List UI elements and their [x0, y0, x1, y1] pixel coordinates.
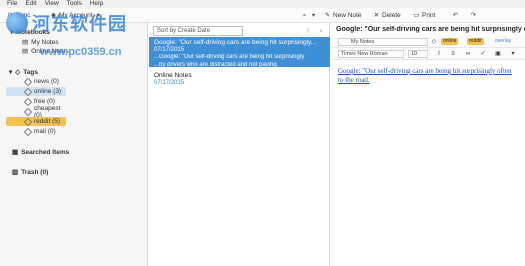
list-icon[interactable]: ≡: [449, 50, 457, 58]
chevron-down-icon: ▾: [9, 69, 13, 76]
note-title: Online Notes: [154, 72, 192, 79]
tag-label: online (3): [34, 88, 62, 95]
tag-icon: [23, 87, 33, 96]
sidebar-tag-mail[interactable]: mail (0): [6, 127, 66, 136]
delete-button[interactable]: ✕ Delete: [373, 10, 401, 21]
tag-icon: ◇: [15, 69, 21, 76]
tag-label: news (0): [34, 78, 59, 85]
tag-icon: [23, 97, 33, 106]
tag-pill-reddit[interactable]: reddit: [467, 38, 484, 45]
sidebar-tag-reddit[interactable]: reddit (5): [6, 117, 66, 126]
sidebar-item-searched[interactable]: ▦ Searched Items: [12, 148, 70, 157]
tag-label: reddit (5): [34, 118, 61, 125]
chevron-down-icon: ▾: [311, 12, 316, 19]
tag-icon: [23, 107, 33, 116]
tags-header[interactable]: ▾ ◇ Tags: [9, 68, 38, 77]
searched-items-label: Searched Items: [21, 148, 70, 156]
notebook-icon: ▤: [22, 39, 29, 46]
notebooks-header[interactable]: ▾ Notebooks: [10, 28, 50, 37]
attach-icon[interactable]: ▣: [494, 50, 502, 58]
account-button[interactable]: ☻ My Account ▾: [50, 10, 102, 21]
chevron-down-icon: ▾: [96, 12, 100, 19]
format-toolbar: Times New Roman 10 I ≡ ∞ ✓ ▣ ▾: [331, 48, 525, 60]
notebooks-label: Notebooks: [16, 28, 50, 36]
print-label: Print: [422, 12, 436, 19]
tag-icon: [23, 127, 33, 136]
new-note-icon: ✎: [324, 12, 331, 19]
note-date: 07/17/2015: [154, 80, 185, 86]
sync-label: Sync: [16, 12, 31, 19]
tag-icon: ◇: [431, 39, 437, 45]
sidebar: ▾ Notebooks ▤ My Notes ▤ Online Notes ▾ …: [0, 23, 148, 266]
tags-label: Tags: [23, 68, 38, 76]
tag-pill-more[interactable]: overlay: [493, 38, 513, 45]
sidebar-tag-news[interactable]: news (0): [6, 77, 66, 86]
note-title: Google: "Our self-driving cars are being…: [154, 39, 317, 46]
notebook-label: My Notes: [31, 38, 59, 46]
sort-order-button[interactable]: ↑: [303, 26, 313, 36]
note-snippet: ...by drivers who are distracted and not…: [154, 62, 277, 68]
search-icon: ⌕: [302, 12, 307, 19]
arrow-down-icon: ↓: [319, 27, 323, 34]
menu-help[interactable]: Help: [90, 0, 103, 8]
note-list: Sort by Create Date ↑ ↓ Google: "Our sel…: [149, 23, 330, 266]
sidebar-item-my-notes[interactable]: ▤ My Notes: [22, 38, 59, 47]
new-note-label: New Note: [333, 12, 362, 19]
menu-file[interactable]: File: [7, 0, 17, 8]
sidebar-tag-online[interactable]: online (3): [6, 87, 66, 96]
sync-button[interactable]: ⟳ Sync: [7, 10, 31, 21]
tag-icon: [23, 77, 33, 86]
menu-view[interactable]: View: [45, 0, 59, 8]
trash-label: Trash (0): [21, 168, 49, 176]
notebook-select[interactable]: My Notes: [338, 38, 428, 46]
tag-pill-online[interactable]: online: [441, 38, 459, 45]
account-label: My Account: [59, 12, 93, 19]
search-button[interactable]: ⌕ ▾: [301, 10, 317, 21]
font-color-icon[interactable]: I: [435, 50, 443, 58]
undo-icon: ↶: [452, 12, 459, 19]
print-icon: ▭: [413, 12, 420, 19]
note-editor: Google: "Our self-driving cars are being…: [331, 23, 525, 266]
note-title-field[interactable]: Google: "Our self-driving cars are being…: [336, 26, 525, 33]
font-family-select[interactable]: Times New Roman: [338, 50, 404, 58]
list-item[interactable]: Online Notes 07/17/2015: [149, 70, 330, 97]
notebook-value: My Notes: [351, 39, 375, 45]
tag-icon: [23, 117, 33, 126]
redo-button[interactable]: ↷: [470, 10, 477, 21]
undo-button[interactable]: ↶: [452, 10, 459, 21]
note-body[interactable]: Google: "Our self-driving cars are being…: [338, 67, 518, 85]
menu-tools[interactable]: Tools: [67, 0, 82, 8]
arrow-up-icon: ↑: [306, 27, 310, 34]
watermark-url: www.pc0359.cn: [40, 46, 122, 58]
more-icon[interactable]: ▾: [509, 50, 517, 58]
sort-dropdown[interactable]: Sort by Create Date: [153, 26, 243, 36]
view-options-button[interactable]: ↓: [316, 26, 326, 36]
delete-icon: ✕: [373, 12, 380, 19]
new-note-button[interactable]: ✎ New Note: [324, 10, 362, 21]
notebook-icon: ▤: [22, 48, 29, 55]
trash-icon: ▥: [12, 169, 19, 176]
menu-edit[interactable]: Edit: [25, 0, 36, 8]
tag-label: mail (0): [34, 128, 56, 135]
menu-bar: File Edit View Tools Help: [0, 0, 525, 8]
sidebar-tag-cheapest[interactable]: cheapest (0): [6, 105, 66, 119]
link-icon[interactable]: ∞: [464, 50, 472, 58]
chevron-down-icon: ▾: [10, 29, 14, 36]
note-snippet: ...Google: "Our self-driving cars are be…: [154, 54, 305, 60]
toolbar: ⟳ Sync ☻ My Account ▾ ⌕ ▾ ✎ New Note ✕ D…: [0, 8, 525, 23]
note-meta-bar: My Notes ◇ online reddit overlay: [331, 36, 525, 48]
list-item[interactable]: Google: "Our self-driving cars are being…: [149, 37, 330, 68]
font-size-select[interactable]: 10: [408, 50, 428, 58]
delete-label: Delete: [382, 12, 401, 19]
sidebar-item-trash[interactable]: ▥ Trash (0): [12, 168, 49, 177]
checkbox-icon[interactable]: ✓: [479, 50, 487, 58]
note-date: 07/17/2015: [154, 47, 185, 53]
redo-icon: ↷: [470, 12, 477, 19]
print-button[interactable]: ▭ Print: [413, 10, 435, 21]
saved-search-icon: ▦: [12, 149, 19, 156]
user-icon: ☻: [50, 12, 57, 19]
sync-icon: ⟳: [7, 12, 14, 19]
